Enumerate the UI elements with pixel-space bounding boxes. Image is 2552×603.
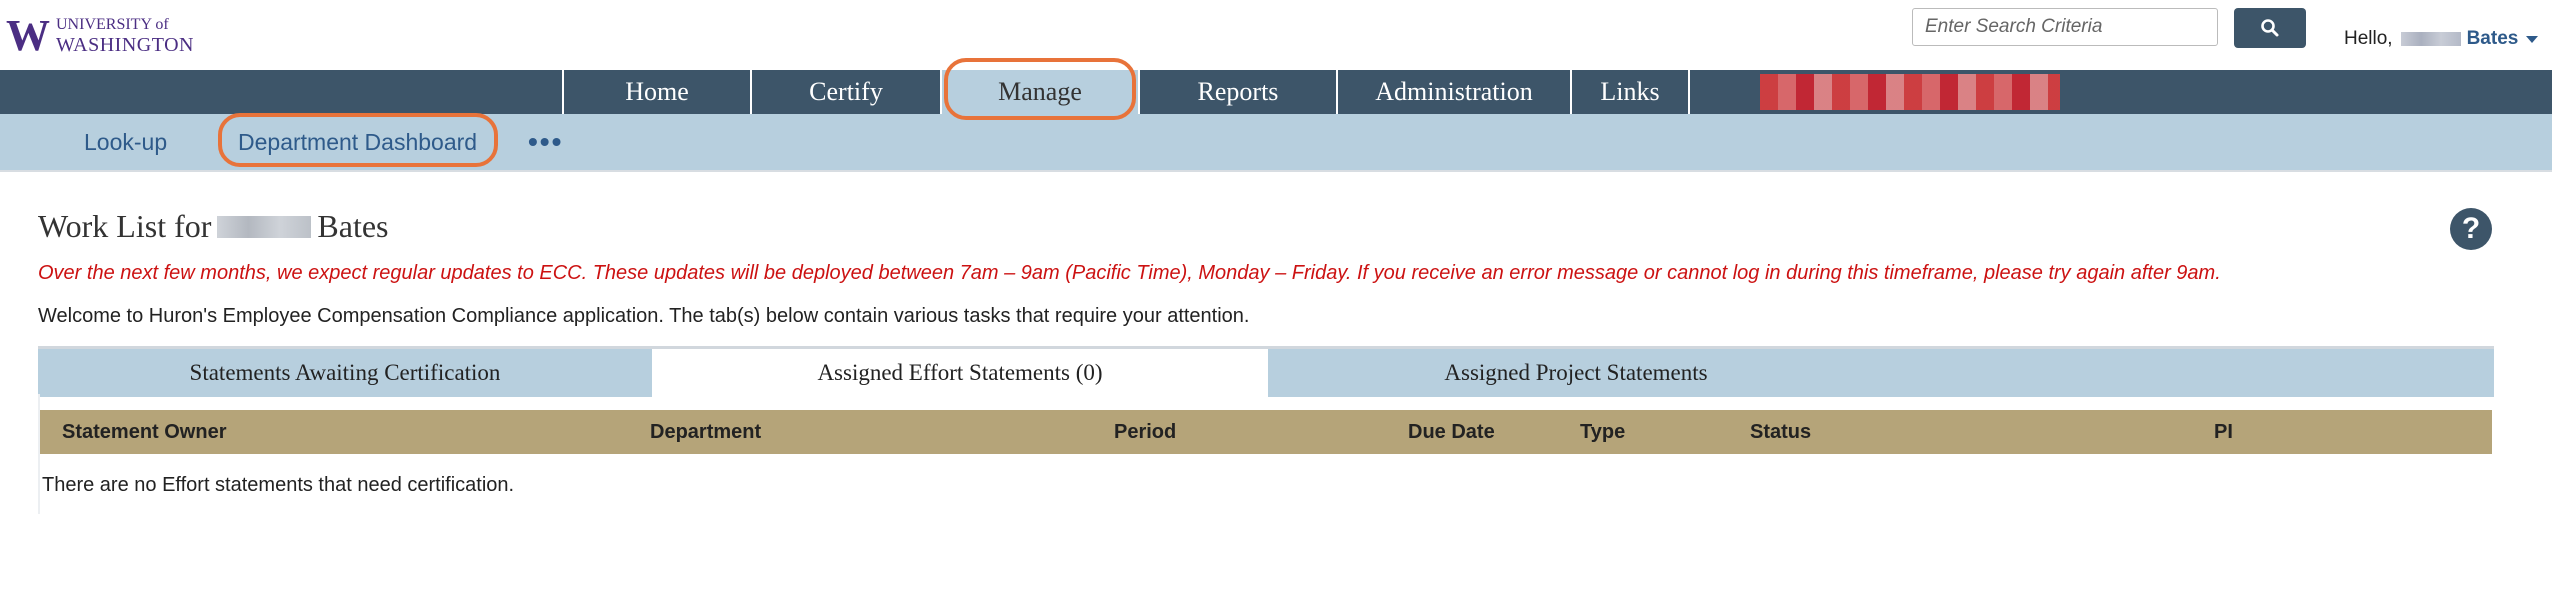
more-options-icon[interactable]: •••: [528, 114, 563, 170]
user-menu[interactable]: Hello, Bates: [2344, 28, 2539, 50]
redacted-first-name: [2400, 32, 2461, 46]
nav-home[interactable]: Home: [562, 70, 750, 114]
column-header-type[interactable]: Type: [1580, 410, 1625, 454]
nav-links[interactable]: Links: [1570, 70, 1690, 114]
empty-table-message: There are no Effort statements that need…: [42, 474, 515, 496]
logo-line-2: WASHINGTON: [56, 34, 194, 56]
tab-statements-awaiting-certification[interactable]: Statements Awaiting Certification: [38, 349, 652, 397]
welcome-text: Welcome to Huron's Employee Compensation…: [38, 305, 1250, 327]
column-header-status[interactable]: Status: [1750, 410, 1811, 454]
redacted-first-name: [217, 215, 312, 238]
column-header-period[interactable]: Period: [1114, 410, 1176, 454]
annotation-circle-manage: [944, 58, 1136, 120]
uw-wordmark: UNIVERSITY of WASHINGTON: [56, 15, 194, 55]
page-title: Work List for Bates: [38, 208, 388, 245]
worklist-tabs: Statements Awaiting Certification Assign…: [38, 346, 2494, 397]
subnav-look-up[interactable]: Look-up: [84, 114, 167, 170]
nav-reports[interactable]: Reports: [1138, 70, 1336, 114]
maintenance-notice: Over the next few months, we expect regu…: [38, 262, 2221, 284]
chevron-down-icon: [2526, 35, 2539, 43]
uw-w-mark: W: [6, 10, 50, 60]
uw-logo[interactable]: W UNIVERSITY of WASHINGTON: [0, 10, 194, 60]
tab-assigned-effort-statements[interactable]: Assigned Effort Statements (0): [652, 349, 1268, 397]
search-button[interactable]: [2234, 8, 2306, 48]
tab-assigned-project-statements[interactable]: Assigned Project Statements: [1268, 349, 1884, 397]
search-input[interactable]: [1912, 8, 2218, 46]
top-bar: W UNIVERSITY of WASHINGTON Hello, Bates: [0, 0, 2552, 70]
annotation-circle-department-dashboard: [218, 113, 498, 167]
page-title-last-name: Bates: [317, 208, 389, 244]
nav-administration[interactable]: Administration: [1336, 70, 1570, 114]
column-header-department[interactable]: Department: [650, 410, 761, 454]
column-header-due-date[interactable]: Due Date: [1408, 410, 1495, 454]
column-header-statement-owner[interactable]: Statement Owner: [62, 410, 226, 454]
help-icon[interactable]: ?: [2450, 208, 2492, 250]
main-nav: Home Certify Manage Reports Administrati…: [0, 70, 2552, 114]
user-last-name: Bates: [2466, 28, 2519, 49]
column-header-pi[interactable]: PI: [2214, 410, 2233, 454]
redacted-region: [1760, 74, 2060, 110]
logo-line-1: UNIVERSITY of: [56, 16, 169, 33]
nav-certify[interactable]: Certify: [750, 70, 940, 114]
search-icon: [2261, 19, 2279, 37]
page-title-prefix: Work List for: [38, 208, 212, 244]
table-header: Statement Owner Department Period Due Da…: [40, 410, 2492, 454]
hello-label: Hello,: [2344, 28, 2393, 49]
